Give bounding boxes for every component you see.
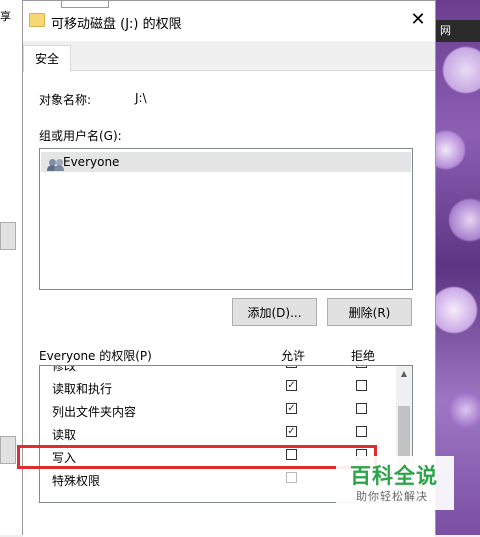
permissions-header: Everyone 的权限(P) <box>39 349 152 363</box>
allow-checkbox[interactable]: ✓ <box>286 380 297 391</box>
background-button <box>0 222 16 250</box>
background-button <box>0 436 16 464</box>
close-button[interactable]: ✕ <box>407 9 429 31</box>
permission-row: 修改 <box>40 365 396 376</box>
deny-checkbox[interactable] <box>356 380 367 391</box>
deny-checkbox[interactable] <box>356 403 367 414</box>
tab-security[interactable]: 安全 <box>23 45 71 72</box>
allow-checkbox[interactable] <box>286 366 297 368</box>
group-user-label: 组或用户名(G): <box>39 129 122 143</box>
user-name: Everyone <box>63 155 120 169</box>
desktop-wallpaper: 网 <box>436 0 480 535</box>
title-bar: 可移动磁盘 (J:) 的权限 ✕ <box>23 1 435 41</box>
scroll-up-icon[interactable]: ▲ <box>396 366 412 382</box>
permission-row: 读取 ✓ <box>40 422 396 445</box>
deny-column-header: 拒绝 <box>351 349 376 363</box>
remove-button[interactable]: 删除(R) <box>327 298 412 326</box>
watermark-logo: 百科全说 助你轻松解决 <box>336 456 454 510</box>
highlight-box <box>17 445 377 469</box>
watermark-subtitle: 助你轻松解决 <box>356 490 428 503</box>
object-name-label: 对象名称: <box>39 93 92 107</box>
background-toolbar-label: 网 <box>440 24 451 37</box>
deny-checkbox[interactable] <box>356 366 367 368</box>
folder-icon <box>29 13 45 27</box>
permission-row: 读取和执行 ✓ <box>40 376 396 399</box>
user-listbox[interactable]: Everyone <box>39 148 413 290</box>
permission-name: 特殊权限 <box>52 474 101 488</box>
window-title: 可移动磁盘 (J:) 的权限 <box>51 17 182 32</box>
deny-checkbox[interactable] <box>356 426 367 437</box>
permission-name: 读取 <box>52 428 77 442</box>
background-toolbar: 网 <box>436 20 480 42</box>
background-label: 享 <box>0 10 11 23</box>
permission-name: 读取和执行 <box>52 382 113 396</box>
allow-column-header: 允许 <box>281 349 306 363</box>
permission-name: 列出文件夹内容 <box>52 405 137 419</box>
permission-name: 修改 <box>52 365 77 373</box>
add-button[interactable]: 添加(D)... <box>232 298 317 326</box>
allow-checkbox[interactable]: ✓ <box>286 403 297 414</box>
permission-row: 列出文件夹内容 ✓ <box>40 399 396 422</box>
watermark-title: 百科全说 <box>350 464 438 488</box>
object-name-value: J:\ <box>135 91 147 105</box>
allow-checkbox[interactable]: ✓ <box>286 426 297 437</box>
list-item[interactable]: Everyone <box>41 152 411 172</box>
allow-checkbox <box>286 472 297 483</box>
background-tab-stub <box>61 1 109 8</box>
